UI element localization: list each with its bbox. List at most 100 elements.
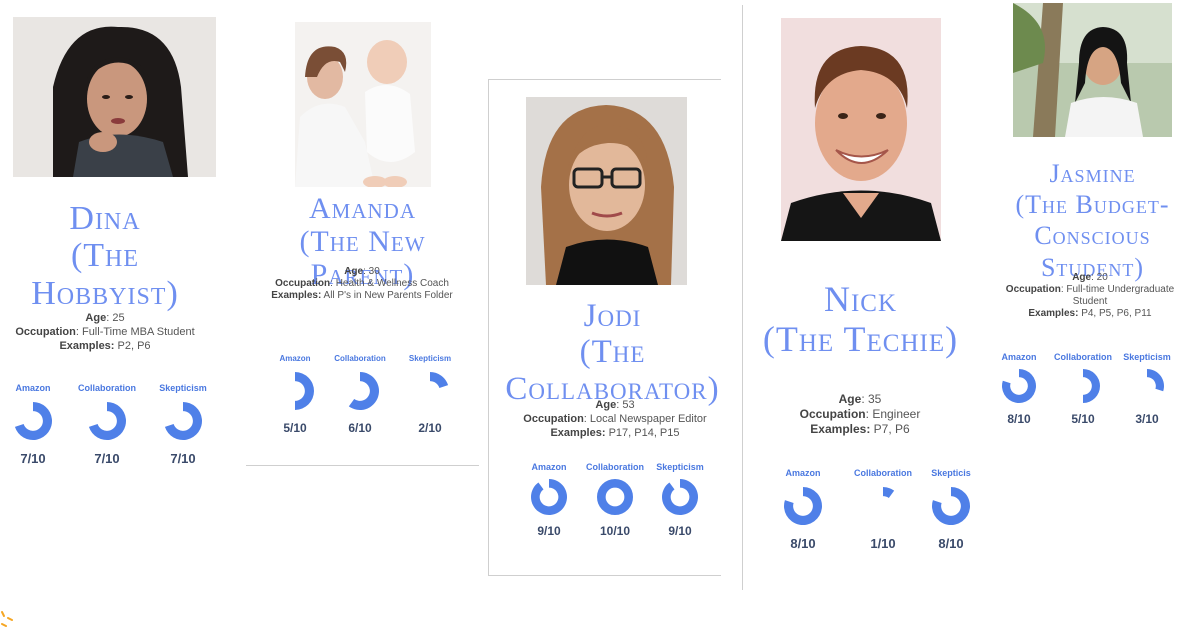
amanda-info: Age: 30 Occupation: Health & Wellness Co… [271, 266, 453, 301]
metric-value: 7/10 [170, 451, 196, 466]
jasmine-occupation-label: Occupation [1005, 284, 1061, 295]
metric-value: 5/10 [1071, 412, 1095, 426]
metric-label: Collaboration [854, 468, 912, 478]
jodi-occupation-label: Occupation [523, 412, 584, 425]
donut-arc [348, 372, 379, 410]
donut-arc [1083, 369, 1100, 403]
metric-value: 1/10 [870, 536, 896, 551]
metric-value: 8/10 [938, 536, 964, 551]
jodi-occupation: Local Newspaper Editor [589, 412, 707, 425]
jodi-examples-label: Examples: [550, 426, 606, 439]
metric-label: Collaboration [334, 354, 386, 363]
metric-value: 6/10 [348, 421, 372, 435]
donut-arc [1147, 369, 1164, 392]
amanda-age-label: Age [344, 266, 364, 277]
dina-name: Dina (The Hobbyist) [0, 200, 210, 312]
jodi-name-text: Jodi [583, 298, 642, 334]
nick-name: Nick (The Techie) [748, 279, 973, 359]
donut-arc [531, 479, 567, 515]
donut-arc [430, 372, 449, 388]
dina-role-text: (The Hobbyist) [31, 237, 179, 312]
score-donut [164, 402, 202, 440]
donut-arc [164, 402, 202, 440]
jodi-metric-collaboration: Collaboration 10/10 [581, 462, 649, 538]
score-donut [348, 372, 379, 410]
metric-value: 2/10 [418, 421, 442, 435]
dina-occupation-label: Occupation [15, 325, 76, 338]
center-vertical-divider [742, 5, 743, 590]
dina-examples-label: Examples: [59, 339, 115, 352]
nick-age-label: Age [838, 392, 862, 406]
amanda-bottom-divider [246, 465, 479, 466]
metric-value: 9/10 [668, 524, 692, 538]
dina-photo [13, 17, 216, 177]
metric-value: 8/10 [790, 536, 816, 551]
dina-name-text: Dina [69, 200, 141, 237]
jodi-examples: P17, P14, P15 [608, 426, 680, 439]
metric-label: Skepticis [931, 468, 971, 478]
donut-arc [662, 479, 698, 515]
dina-metric-collaboration: Collaboration 7/10 [69, 383, 145, 466]
jasmine-name-text: Jasmine [1049, 159, 1136, 188]
metric-value: 7/10 [94, 451, 120, 466]
jasmine-examples-label: Examples: [1028, 308, 1079, 319]
jodi-age: 53 [622, 399, 635, 411]
metric-label: Skepticism [656, 462, 704, 472]
jasmine-name: Jasmine (The Budget-Conscious Student) [985, 158, 1188, 283]
jasmine-metric-amazon: Amazon 8/10 [990, 352, 1048, 426]
dina-age-label: Age [85, 312, 107, 324]
score-donut [88, 402, 126, 440]
score-donut [1083, 369, 1100, 403]
metric-label: Amazon [531, 462, 567, 472]
dina-metric-skepticism: Skepticism 7/10 [152, 383, 214, 466]
amanda-metric-collaboration: Collaboration 6/10 [327, 354, 393, 435]
nick-photo [781, 18, 941, 241]
nick-metric-skepticism: Skepticis 8/10 [926, 468, 976, 551]
score-donut [596, 478, 634, 516]
nick-metric-collaboration: Collaboration 1/10 [846, 468, 920, 551]
nick-examples-label: Examples: [810, 422, 871, 436]
amanda-occupation-label: Occupation [275, 278, 331, 289]
donut-arc [295, 372, 314, 410]
jasmine-metric-skepticism: Skepticism 3/10 [1118, 352, 1176, 426]
amanda-name-text: Amanda [309, 192, 416, 225]
donut-arc [1002, 369, 1036, 403]
metric-label: Amazon [279, 354, 311, 363]
jodi-age-label: Age [595, 399, 617, 411]
nick-occupation-label: Occupation [799, 407, 866, 421]
donut-arc [932, 487, 970, 525]
jasmine-occupation: Full-time Undergraduate Student [1066, 284, 1175, 307]
jasmine-metric-collaboration: Collaboration 5/10 [1048, 352, 1118, 426]
metric-value: 5/10 [283, 421, 307, 435]
dina-examples: P2, P6 [117, 339, 151, 352]
score-donut [784, 487, 822, 525]
metric-value: 8/10 [1007, 412, 1031, 426]
metric-label: Collaboration [78, 383, 136, 393]
amanda-examples: All P's in New Parents Folder [323, 290, 453, 301]
jodi-name: Jodi (The Collaborator) [500, 298, 725, 407]
metric-value: 10/10 [599, 524, 631, 538]
metric-label: Skepticism [1123, 352, 1171, 362]
score-donut [295, 372, 314, 410]
dina-info: Age: 25 Occupation: Full-Time MBA Studen… [15, 312, 195, 352]
dina-metric-amazon: Amazon 7/10 [3, 383, 63, 466]
nick-name-text: Nick [823, 279, 898, 319]
score-donut [662, 479, 698, 515]
metric-value: 3/10 [1135, 412, 1159, 426]
jodi-photo [526, 97, 687, 285]
sparkle-icon [1, 611, 13, 627]
donut-arc [596, 478, 634, 516]
nick-metric-amazon: Amazon 8/10 [773, 468, 833, 551]
donut-arc [88, 402, 126, 440]
metric-label: Collaboration [1054, 352, 1112, 362]
amanda-occupation: Health & Wellness Coach [335, 278, 449, 289]
amanda-age: 30 [368, 266, 380, 277]
amanda-photo [295, 22, 431, 187]
score-donut [430, 372, 449, 388]
metric-label: Collaboration [586, 462, 644, 472]
jasmine-age: 20 [1096, 272, 1108, 283]
score-donut [932, 487, 970, 525]
jasmine-age-label: Age [1072, 272, 1092, 283]
nick-examples: P7, P6 [873, 422, 910, 436]
jasmine-examples: P4, P5, P6, P11 [1081, 308, 1152, 319]
